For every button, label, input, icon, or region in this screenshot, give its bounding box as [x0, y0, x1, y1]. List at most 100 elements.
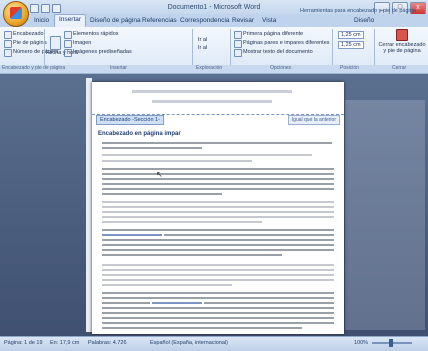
paragraph-line: [102, 279, 334, 281]
group-label-options: Opciones: [270, 65, 292, 71]
paragraph-line: [102, 193, 222, 195]
picture-button[interactable]: Imagen: [73, 40, 91, 46]
status-page[interactable]: Página: 1 de 19: [4, 340, 43, 346]
footer-icon: [4, 40, 12, 48]
ribbon-tabs: Inicio Insertar Diseño de página Referen…: [0, 14, 428, 29]
paragraph-line: [102, 206, 334, 208]
odd-even-label: Páginas pares e impares diferentes: [243, 40, 330, 46]
overlay-ghost-panel: [345, 100, 425, 330]
paragraph-line: [204, 302, 334, 304]
mouse-cursor-icon: ↖: [156, 170, 163, 179]
odd-even-checkbox[interactable]: [234, 40, 242, 48]
tab-inicio[interactable]: Inicio: [30, 16, 53, 25]
document-page[interactable]: Encabezado -Sección 1- Igual que la ante…: [92, 82, 344, 334]
first-page-checkbox[interactable]: [234, 31, 242, 39]
tab-referencias[interactable]: Referencias: [138, 16, 181, 25]
paragraph-line: [102, 211, 334, 213]
goto-footer-button[interactable]: Ir al: [198, 45, 207, 51]
group-label-position: Posición: [340, 65, 359, 71]
paragraph-line: [102, 201, 334, 203]
header-text-line: [132, 90, 292, 93]
group-separator: [332, 29, 333, 67]
paragraph-line: [102, 239, 334, 241]
paragraph-line: [102, 249, 334, 251]
paragraph-line: [102, 229, 334, 231]
status-bar: Página: 1 de 19 En: 17,9 cm Palabras: 4.…: [0, 336, 428, 351]
group-separator: [44, 29, 45, 67]
paragraph-line: [102, 147, 202, 149]
group-label-navigation: Exploración: [196, 65, 223, 71]
paragraph-line: [102, 302, 150, 304]
page-number-icon: [4, 49, 12, 57]
same-as-previous-tag: Igual que la anterior: [287, 115, 340, 125]
context-tab-title: Herramientas para encabezado y pie de pá…: [300, 8, 416, 14]
paragraph-line: [102, 142, 332, 144]
paragraph-line: [102, 269, 334, 271]
tab-diseno-pagina[interactable]: Diseño de página: [86, 16, 145, 25]
paragraph-line: [102, 244, 334, 246]
status-position: En: 17,9 cm: [50, 340, 80, 346]
tab-diseno[interactable]: Diseño: [350, 16, 378, 25]
paragraph-line: [102, 173, 334, 175]
paragraph-line: [102, 292, 334, 294]
paragraph-line: [102, 317, 334, 319]
paragraph-line: [102, 274, 334, 276]
quick-parts-icon: [64, 31, 72, 39]
header-text-line: [152, 100, 272, 103]
paragraph-line: [102, 221, 262, 223]
office-button[interactable]: [3, 1, 29, 27]
paragraph-line: [102, 297, 334, 299]
paragraph-line: [102, 312, 334, 314]
office-logo-icon: [10, 7, 22, 19]
paragraph-line: [102, 264, 334, 266]
quick-parts-button[interactable]: Elementos rápidos: [73, 31, 119, 37]
header-button[interactable]: Encabezado: [13, 31, 44, 37]
paragraph-line: [102, 327, 302, 329]
clipart-button[interactable]: Imágenes prediseñadas: [73, 49, 132, 55]
paragraph-line: [102, 160, 252, 162]
group-label-close: Cerrar: [392, 65, 407, 71]
close-header-icon: [396, 29, 408, 41]
footer-position-input[interactable]: 1,25 cm: [338, 41, 364, 49]
picture-icon: [64, 40, 72, 48]
header-position-input[interactable]: 1,25 cm: [338, 31, 364, 39]
paragraph-link[interactable]: [152, 302, 202, 304]
first-page-label: Primera página diferente: [243, 31, 304, 37]
paragraph-line: [102, 322, 334, 324]
paragraph-line: [102, 168, 334, 170]
group-separator: [192, 29, 193, 67]
close-header-button[interactable]: Cerrar encabezado y pie de página: [378, 42, 426, 54]
ribbon-group-labels: Encabezado y pie de página Insertar Expl…: [0, 65, 428, 73]
paragraph-line: [102, 307, 334, 309]
body-title: Encabezado en página impar: [98, 131, 181, 137]
zoom-slider-thumb[interactable]: [389, 339, 393, 347]
section-tag: Encabezado -Sección 1-: [96, 115, 164, 125]
header-icon: [4, 31, 12, 39]
paragraph-line: [102, 284, 232, 286]
status-language[interactable]: Español (España, internacional): [150, 340, 228, 346]
paragraph-link[interactable]: [102, 234, 162, 236]
footer-button[interactable]: Pie de página: [13, 40, 47, 46]
paragraph-line: [102, 188, 334, 190]
tab-correspondencia[interactable]: Correspondencia: [176, 16, 234, 25]
date-time-icon: [50, 36, 61, 50]
tab-vista[interactable]: Vista: [258, 16, 280, 25]
group-label-insert: Insertar: [110, 65, 127, 71]
paragraph-line: [102, 216, 334, 218]
zoom-level[interactable]: 100%: [354, 340, 368, 346]
paragraph-line: [102, 254, 282, 256]
show-text-checkbox[interactable]: [234, 49, 242, 57]
paragraph-line: [164, 234, 334, 236]
paragraph-line: [102, 178, 334, 180]
paragraph-line: [102, 154, 312, 156]
group-separator: [374, 29, 375, 67]
date-time-button[interactable]: Fecha y hora: [46, 50, 78, 56]
status-word-count[interactable]: Palabras: 4.726: [88, 340, 127, 346]
group-label-header-footer: Encabezado y pie de página: [2, 65, 66, 71]
goto-header-button[interactable]: Ir al: [198, 37, 207, 43]
group-separator: [230, 29, 231, 67]
paragraph-line: [102, 183, 334, 185]
show-text-label: Mostrar texto del documento: [243, 49, 313, 55]
header-region[interactable]: [92, 82, 344, 115]
tab-revisar[interactable]: Revisar: [228, 16, 258, 25]
